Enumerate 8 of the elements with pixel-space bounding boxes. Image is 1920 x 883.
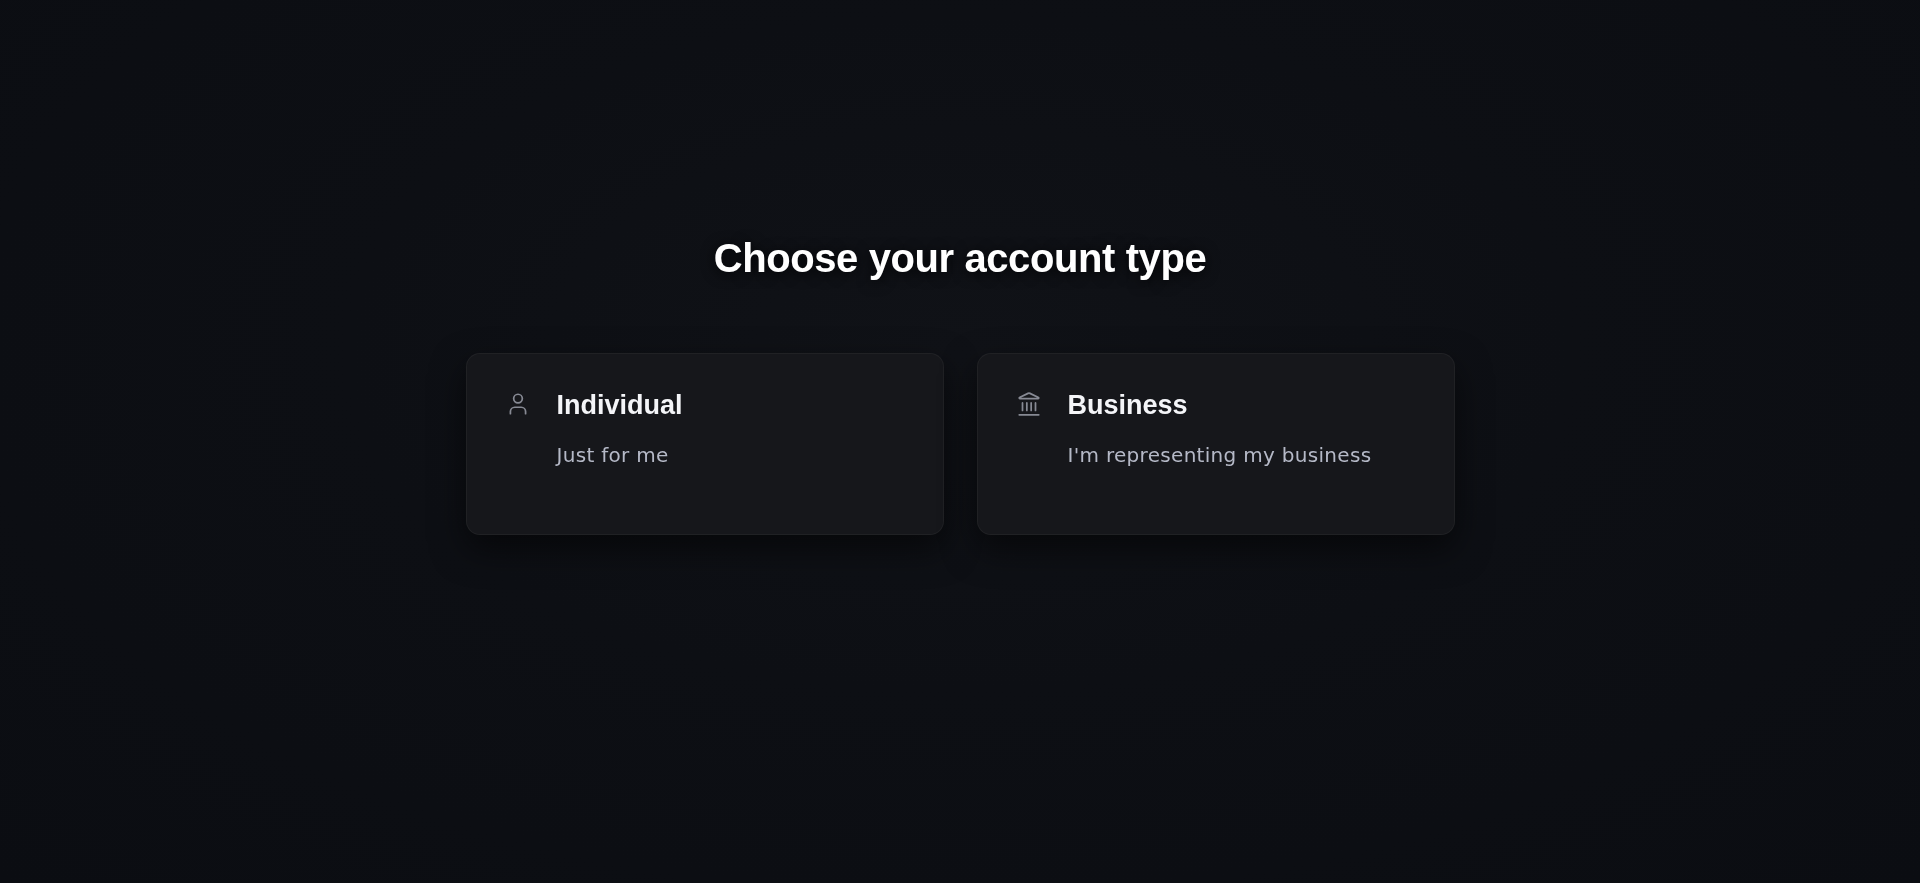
card-title: Individual — [556, 391, 684, 419]
page-heading: Choose your account type — [713, 235, 1207, 282]
card-description: I'm representing my business — [1067, 443, 1373, 467]
account-type-card[interactable]: Individual Just for me — [465, 353, 944, 535]
card-title: Business — [1067, 391, 1189, 419]
card-description: Just for me — [556, 443, 670, 467]
bank-building-icon — [1015, 391, 1042, 417]
account-type-card[interactable]: Business I'm representing my business — [976, 353, 1455, 535]
